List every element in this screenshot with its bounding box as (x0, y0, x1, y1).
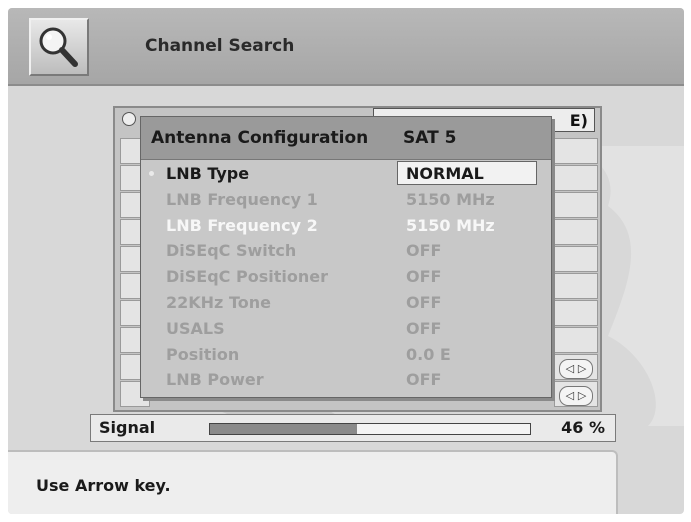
page-title: Channel Search (145, 36, 295, 56)
list-cell (554, 165, 598, 191)
list-cell: ◁ ▷ (554, 381, 598, 407)
option-label: DiSEqC Positioner (166, 267, 328, 287)
option-row-lnb-type[interactable]: LNB Type NORMAL (141, 161, 551, 187)
option-row-lnb-power[interactable]: LNB Power OFF (141, 367, 551, 393)
radio-icon (122, 112, 136, 126)
option-row-diseqc-switch[interactable]: DiSEqC Switch OFF (141, 238, 551, 264)
signal-value: 46 % (561, 418, 605, 437)
left-right-arrow-icon: ◁ ▷ (559, 359, 593, 379)
option-row-diseqc-positioner[interactable]: DiSEqC Positioner OFF (141, 264, 551, 290)
list-cell (554, 138, 598, 164)
list-cell (554, 246, 598, 272)
dialog-title: Antenna Configuration (151, 128, 369, 148)
list-cell (554, 300, 598, 326)
dialog-header: Antenna Configuration SAT 5 (141, 117, 551, 160)
satellite-name: SAT 5 (403, 128, 457, 148)
list-cell (554, 327, 598, 353)
option-value: OFF (406, 267, 442, 287)
option-label: LNB Power (166, 370, 264, 390)
option-row-usals[interactable]: USALS OFF (141, 316, 551, 342)
option-value: OFF (406, 370, 442, 390)
option-value: OFF (406, 318, 442, 338)
option-row-lnb-frequency-1[interactable]: LNB Frequency 1 5150 MHz (141, 187, 551, 213)
option-row-position[interactable]: Position 0.0 E (141, 342, 551, 368)
left-right-arrow-icon: ◁ ▷ (559, 386, 593, 406)
list-cell (554, 192, 598, 218)
selection-marker-icon (149, 171, 154, 176)
signal-bar (209, 423, 531, 435)
option-value[interactable]: NORMAL (397, 161, 537, 185)
option-label: Position (166, 344, 240, 364)
list-cell (554, 219, 598, 245)
option-label: LNB Frequency 1 (166, 189, 318, 209)
help-bar: Use Arrow key. (8, 450, 618, 514)
option-label: 22KHz Tone (166, 293, 271, 312)
signal-bar-fill (210, 424, 358, 434)
option-row-22khz-tone[interactable]: 22KHz Tone OFF (141, 290, 551, 316)
list-cell: ◁ ▷ (554, 354, 598, 380)
title-bar: Channel Search (8, 8, 684, 86)
option-label: USALS (166, 318, 225, 338)
option-label: LNB Type (166, 164, 250, 183)
option-value: 5150 MHz (406, 189, 495, 209)
list-cell (554, 273, 598, 299)
option-value: OFF (406, 241, 442, 261)
option-value: OFF (406, 293, 442, 312)
option-label: LNB Frequency 2 (166, 215, 318, 235)
help-text: Use Arrow key. (36, 476, 171, 495)
option-value: 0.0 E (406, 344, 451, 364)
antenna-configuration-dialog: Antenna Configuration SAT 5 LNB Type NORM… (140, 116, 552, 398)
option-row-lnb-frequency-2[interactable]: LNB Frequency 2 5150 MHz (141, 213, 551, 239)
option-label: DiSEqC Switch (166, 241, 297, 261)
magnifier-icon (29, 18, 89, 76)
option-value[interactable]: 5150 MHz (406, 216, 495, 235)
signal-label: Signal (99, 418, 156, 437)
tv-screen: Channel Search E) ◁ ▷ ◁ ▷ Antenna Configu… (8, 8, 684, 514)
signal-meter: Signal 46 % (90, 414, 616, 442)
